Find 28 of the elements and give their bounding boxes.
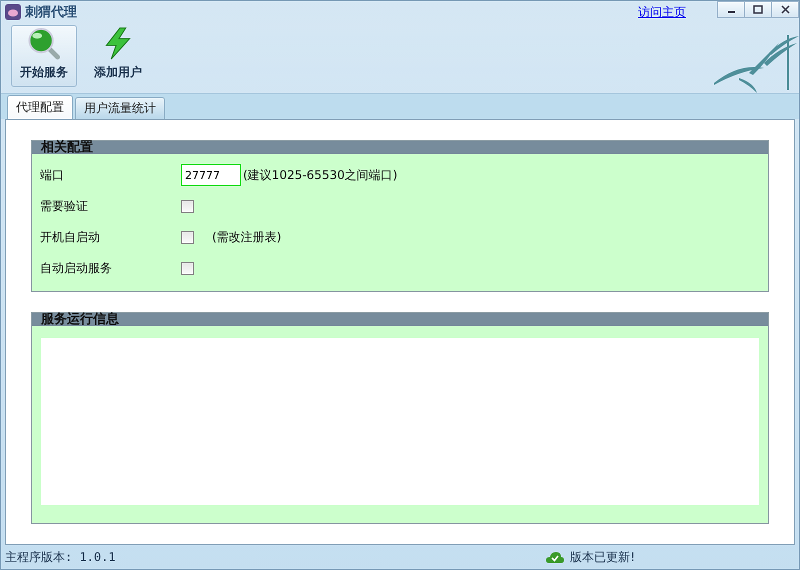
tab[interactable]: 代理配置 [7, 95, 73, 119]
tab[interactable]: 用户流量统计 [75, 97, 165, 119]
maximize-button[interactable] [744, 1, 772, 18]
field-label: 自动启动服务 [40, 260, 112, 276]
checkbox[interactable] [181, 262, 194, 274]
group-title: 服务运行信息 [41, 311, 119, 329]
magnifier-icon [27, 27, 61, 60]
toolbar-button[interactable]: 开始服务 [11, 25, 77, 87]
field-label: 需要验证 [40, 198, 88, 214]
close-button[interactable] [771, 1, 799, 18]
toolbar-button[interactable]: 添加用户 [85, 25, 151, 87]
homepage-link[interactable]: 访问主页 [638, 4, 686, 20]
cloud-check-icon [546, 551, 564, 563]
checkbox[interactable] [181, 200, 194, 212]
maximize-icon [753, 5, 763, 14]
window-title: 刺猬代理 [25, 4, 77, 21]
update-status: 版本已更新! [570, 548, 635, 566]
version-text: 主程序版本: 1.0.1 [5, 548, 116, 566]
minimize-button[interactable] [717, 1, 745, 18]
field-hint: (建议1025-65530之间端口) [243, 166, 398, 184]
app-logo-icon [5, 4, 21, 20]
group-title: 相关配置 [41, 139, 93, 157]
checkbox[interactable] [181, 230, 194, 244]
port-input[interactable]: 27777 [181, 164, 241, 186]
field-hint: (需改注册表) [212, 228, 282, 246]
close-icon [780, 5, 790, 14]
field-label: 端口 [40, 166, 64, 184]
field-label: 开机自启动 [40, 228, 100, 246]
